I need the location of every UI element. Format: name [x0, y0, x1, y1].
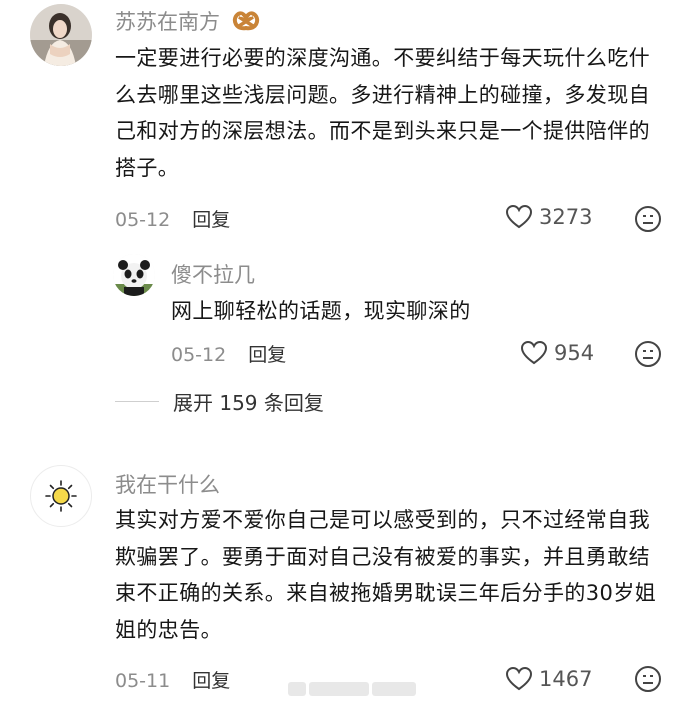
comment-text: 一定要进行必要的深度沟通。不要纠结于每天玩什么吃什么去哪里这些浅层问题。多进行精…	[115, 46, 650, 180]
like-button[interactable]: 3273	[505, 204, 592, 230]
comment-text: 网上聊轻松的话题，现实聊深的	[171, 299, 471, 323]
avatar[interactable]	[113, 254, 155, 296]
avatar[interactable]	[30, 465, 92, 527]
username[interactable]: 苏苏在南方	[115, 6, 263, 37]
comment-text: 其实对方爱不爱你自己是可以感受到的，只不过经常自我欺骗罢了。要勇于面对自己没有被…	[115, 508, 657, 642]
divider	[115, 401, 159, 402]
like-button[interactable]: 1467	[505, 666, 592, 692]
face-icon	[635, 341, 661, 367]
expand-replies-label: 展开 159 条回复	[173, 391, 324, 415]
reply-button[interactable]: 回复	[192, 670, 230, 692]
like-button[interactable]: 954	[520, 340, 594, 366]
comment-meta: 05-12 回复	[171, 340, 286, 367]
reply-button[interactable]: 回复	[192, 209, 230, 231]
emoji-reaction-button[interactable]	[634, 205, 662, 237]
like-count: 3273	[539, 205, 593, 229]
watermark	[288, 682, 416, 696]
pretzel-icon	[229, 8, 263, 37]
like-count: 954	[554, 341, 595, 365]
face-icon	[635, 666, 661, 692]
like-count: 1467	[539, 667, 593, 691]
comment-date: 05-11	[115, 670, 171, 692]
avatar[interactable]	[30, 4, 92, 66]
heart-icon	[520, 340, 548, 365]
emoji-reaction-button[interactable]	[634, 340, 662, 372]
heart-icon	[505, 204, 533, 229]
heart-icon	[505, 666, 533, 691]
expand-replies-button[interactable]: 展开 159 条回复	[115, 387, 324, 416]
face-icon	[635, 206, 661, 232]
comment-meta: 05-11 回复	[115, 666, 230, 693]
emoji-reaction-button[interactable]	[634, 665, 662, 697]
username[interactable]: 我在干什么	[115, 469, 220, 499]
comment-date: 05-12	[171, 344, 227, 366]
reply-button[interactable]: 回复	[248, 344, 286, 366]
username-text: 苏苏在南方	[115, 10, 220, 34]
username[interactable]: 傻不拉几	[171, 259, 255, 289]
comment-date: 05-12	[115, 209, 171, 231]
sun-icon	[45, 480, 77, 512]
comment-meta: 05-12 回复	[115, 205, 230, 232]
